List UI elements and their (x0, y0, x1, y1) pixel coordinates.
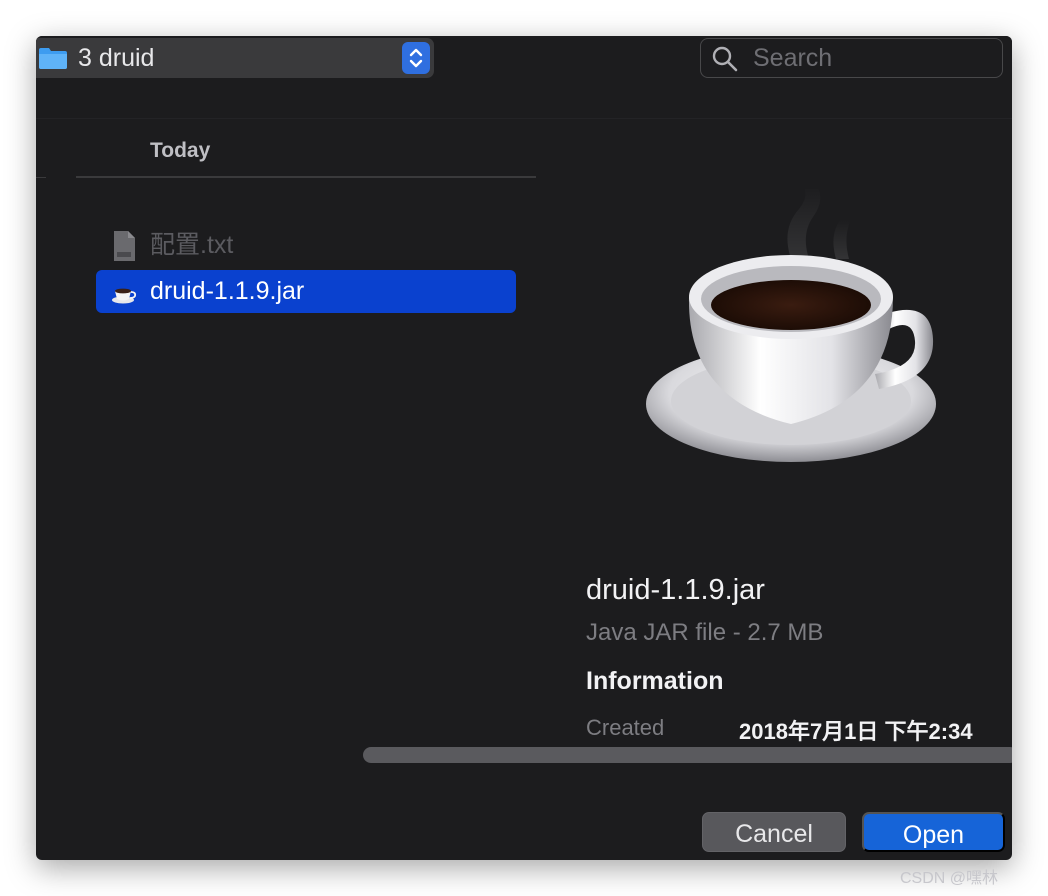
open-file-dialog: 3 druid Today 配置. (36, 36, 1012, 860)
file-name: druid-1.1.9.jar (150, 277, 305, 305)
preview-pane: druid-1.1.9.jar Java JAR file - 2.7 MB I… (551, 119, 1012, 749)
dialog-toolbar: 3 druid (36, 36, 1012, 119)
preview-kind-size: Java JAR file - 2.7 MB (586, 619, 824, 646)
chevron-up-down-icon (409, 48, 423, 68)
open-button[interactable]: Open (862, 812, 1005, 852)
cancel-button[interactable]: Cancel (702, 812, 846, 852)
file-list-pane: Today 配置.txt druid-1.1.9.jar (36, 119, 551, 749)
folder-icon (39, 48, 67, 69)
horizontal-scrollbar[interactable] (363, 747, 1012, 763)
text-file-icon (114, 231, 135, 261)
location-stepper[interactable] (402, 42, 430, 74)
file-row-druid-jar[interactable]: druid-1.1.9.jar (96, 270, 516, 313)
created-label: Created (586, 715, 665, 740)
preview-file-name: druid-1.1.9.jar (586, 574, 765, 606)
search-input[interactable] (753, 43, 993, 73)
section-divider (76, 176, 536, 178)
information-heading: Information (586, 667, 724, 695)
created-value: 2018年7月1日 下午2:34 (739, 719, 973, 744)
watermark: CSDN @嘿林 (900, 870, 999, 887)
java-coffee-icon (112, 288, 137, 304)
search-icon (712, 46, 738, 72)
location-popup-button[interactable]: 3 druid (36, 38, 434, 78)
sidebar-divider (36, 177, 46, 178)
file-name: 配置.txt (150, 231, 234, 259)
search-field[interactable] (700, 38, 1003, 78)
section-header-today: Today (150, 139, 211, 162)
file-row-config-txt: 配置.txt (96, 224, 516, 267)
location-label: 3 druid (78, 44, 155, 72)
java-coffee-cup-icon (646, 189, 936, 462)
